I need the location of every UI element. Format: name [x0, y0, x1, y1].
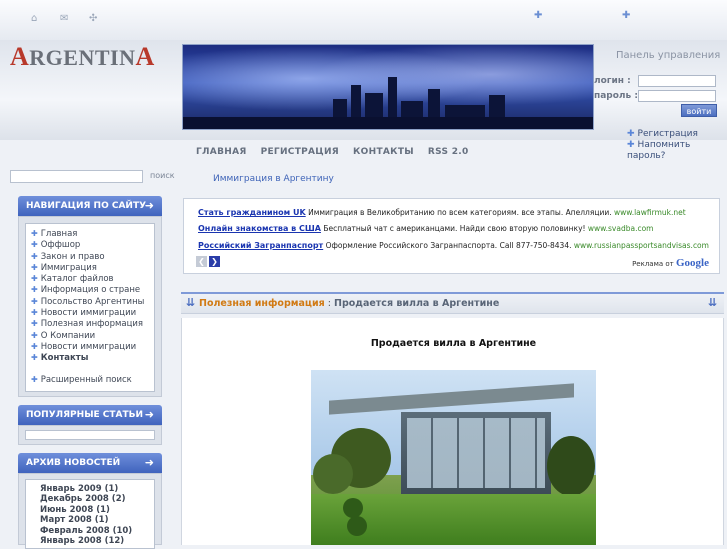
- breadcrumb[interactable]: Иммиграция в Аргентину: [213, 174, 334, 184]
- nav-item-immigration-news-2[interactable]: ✚ Новости иммиграции: [31, 342, 154, 353]
- menu-contacts[interactable]: КОНТАКТЫ: [353, 147, 414, 157]
- nav-item-useful-info[interactable]: ✚ Полезная информация: [31, 319, 154, 330]
- register-link[interactable]: ✚ Регистрация: [627, 129, 698, 139]
- nav-item-immigration-news[interactable]: ✚ Новости иммиграции: [31, 308, 154, 319]
- nav-box-title: НАВИГАЦИЯ ПО САЙТУ ➜: [18, 196, 162, 216]
- arrow-right-icon: ➜: [144, 456, 154, 469]
- top-strip: ⌂ ✉ ✣ ✚ ✚: [0, 0, 727, 40]
- password-label: пароль :: [594, 91, 638, 101]
- control-panel-title: Панель управления: [616, 50, 721, 61]
- archive-item[interactable]: Декабрь 2008 (2): [26, 494, 154, 504]
- nav-item-advanced-search[interactable]: ✚ Расширенный поиск: [31, 375, 154, 386]
- nav-item-country-info[interactable]: ✚ Информация о стране: [31, 285, 154, 296]
- mail-icon[interactable]: ✉: [60, 13, 68, 24]
- header-banner-image: [182, 44, 594, 130]
- plus-icon: ✚: [31, 285, 38, 295]
- archive-item[interactable]: Февраль 2008 (10): [26, 526, 154, 536]
- article-heading: Продается вилла в Аргентине: [334, 298, 500, 309]
- nav-item-about[interactable]: ✚ О Компании: [31, 331, 154, 342]
- login-input[interactable]: [638, 75, 716, 87]
- decor-cross-icon: ✚: [622, 10, 631, 21]
- password-input[interactable]: [638, 90, 716, 102]
- login-button[interactable]: войти: [681, 104, 717, 117]
- archive-item[interactable]: Март 2008 (1): [26, 515, 154, 525]
- search-button[interactable]: поиск: [150, 171, 175, 180]
- plus-icon: ✚: [31, 251, 38, 261]
- article-category[interactable]: Полезная информация: [199, 298, 325, 309]
- plus-icon: ✚: [627, 129, 635, 139]
- nav-item-embassy[interactable]: ✚ Посольство Аргентины: [31, 297, 154, 308]
- plus-icon: ✚: [31, 240, 38, 250]
- nav-item-files[interactable]: ✚ Каталог файлов: [31, 274, 154, 285]
- nav-item-law[interactable]: ✚ Закон и право: [31, 252, 154, 263]
- article-title: Продается вилла в Аргентине: [370, 338, 537, 349]
- plus-icon: ✚: [31, 308, 38, 318]
- article-header: Полезная информация : Продается вилла в …: [181, 292, 724, 314]
- plus-icon: ✚: [31, 319, 38, 329]
- ads-by-google[interactable]: Реклама от Google: [632, 257, 709, 269]
- archive-box-title: АРХИВ НОВОСТЕЙ ➜: [18, 453, 162, 473]
- top-menu: ГЛАВНАЯ РЕГИСТРАЦИЯ КОНТАКТЫ RSS 2.0: [180, 142, 600, 162]
- villa-photo: [311, 370, 596, 545]
- menu-home[interactable]: ГЛАВНАЯ: [196, 147, 247, 157]
- ad-item[interactable]: Стать гражданином UK Иммиграция в Велико…: [198, 208, 686, 217]
- plus-icon: ✚: [31, 274, 38, 284]
- article-body: Продается вилла в Аргентине: [181, 318, 724, 545]
- ad-block: Стать гражданином UK Иммиграция в Велико…: [183, 198, 720, 274]
- nav-item-contacts[interactable]: ✚ Контакты: [31, 353, 154, 364]
- arrow-right-icon: ➜: [144, 408, 154, 421]
- plus-icon: ✚: [31, 353, 38, 363]
- popular-box-title: ПОПУЛЯРНЫЕ СТАТЬИ ➜: [18, 405, 162, 425]
- plus-icon: ✚: [31, 262, 38, 272]
- sitemap-icon[interactable]: ✣: [89, 13, 97, 24]
- double-chevron-down-icon: ⇊: [186, 296, 196, 309]
- archive-list: Январь 2009 (1) Декабрь 2008 (2) Июнь 20…: [25, 479, 155, 549]
- ad-item[interactable]: Российский Загранпаспорт Оформление Росс…: [198, 241, 709, 250]
- remind-password-link[interactable]: ✚ Напомнить пароль?: [627, 140, 717, 162]
- nav-item-offshore[interactable]: ✚ Оффшор: [31, 240, 154, 251]
- ad-item[interactable]: Онлайн знакомства в США Бесплатный чат с…: [198, 224, 653, 233]
- popular-list: [25, 430, 155, 440]
- search-input[interactable]: [10, 170, 143, 183]
- menu-registration[interactable]: РЕГИСТРАЦИЯ: [261, 147, 339, 157]
- nav-item-immigration[interactable]: ✚ Иммиграция: [31, 263, 154, 274]
- plus-icon: ✚: [31, 296, 38, 306]
- decor-cross-icon: ✚: [534, 10, 543, 21]
- archive-box: Январь 2009 (1) Декабрь 2008 (2) Июнь 20…: [18, 473, 162, 549]
- nav-item-home[interactable]: ✚ Главная: [31, 229, 154, 240]
- arrow-right-icon: ➜: [144, 199, 154, 212]
- login-label: логин :: [594, 76, 631, 86]
- plus-icon: ✚: [31, 374, 38, 384]
- menu-rss[interactable]: RSS 2.0: [428, 147, 469, 157]
- archive-item[interactable]: Июнь 2008 (1): [26, 505, 154, 515]
- ad-next-button[interactable]: ❯: [209, 256, 220, 267]
- plus-icon: ✚: [31, 341, 38, 351]
- popular-box: [18, 425, 162, 445]
- archive-item[interactable]: Январь 2009 (1): [26, 484, 154, 494]
- double-chevron-down-icon[interactable]: ⇊: [708, 296, 717, 309]
- plus-icon: ✚: [31, 330, 38, 340]
- nav-box: ✚ Главная ✚ Оффшор ✚ Закон и право ✚ Иммигра…: [18, 216, 162, 397]
- ad-prev-button[interactable]: ❮: [196, 256, 207, 267]
- nav-list: ✚ Главная ✚ Оффшор ✚ Закон и право ✚ Иммигра…: [25, 223, 155, 392]
- plus-icon: ✚: [31, 229, 38, 238]
- plus-icon: ✚: [627, 140, 635, 150]
- home-icon[interactable]: ⌂: [31, 13, 37, 24]
- site-logo[interactable]: ARGENTINA: [10, 42, 155, 72]
